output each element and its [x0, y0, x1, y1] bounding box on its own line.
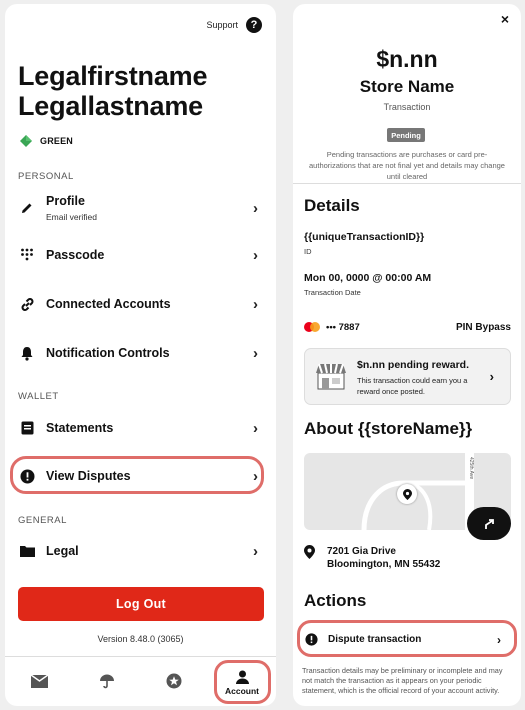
- storefront-icon: [316, 363, 346, 390]
- diamond-icon: [20, 135, 32, 147]
- chevron-right-icon: ›: [253, 542, 258, 560]
- version-text: Version 8.48.0 (3065): [97, 634, 184, 644]
- passcode-label: Passcode: [46, 248, 105, 262]
- pending-note: Pending transactions are purchases or ca…: [309, 150, 505, 181]
- link-icon: [18, 295, 36, 313]
- legal-label: Legal: [46, 544, 79, 558]
- last-name: Legallastname: [18, 91, 203, 121]
- profile-sub: Email verified: [46, 212, 98, 222]
- highlight-outline: [214, 660, 271, 704]
- legal-name: Legalfirstname Legallastname: [18, 61, 207, 121]
- card-method: PIN Bypass: [455, 321, 511, 333]
- address-line1: 7201 Gia Drive: [327, 546, 396, 557]
- transaction-date-value: Mon 00, 0000 @ 00:00 AM: [304, 272, 432, 284]
- tier-badge: GREEN: [20, 135, 73, 147]
- statements-label: Statements: [46, 421, 114, 435]
- close-button[interactable]: ×: [501, 11, 509, 27]
- transaction-amount: $n.nn: [376, 46, 438, 72]
- chevron-right-icon: ›: [253, 344, 258, 362]
- reward-text: This transaction could earn you a reward…: [357, 376, 468, 396]
- details-heading: Details: [304, 196, 360, 215]
- actions-heading: Actions: [304, 591, 367, 610]
- document-icon: [18, 419, 36, 437]
- menu-item-passcode[interactable]: Passcode ›: [18, 237, 264, 273]
- section-personal: PERSONAL: [18, 171, 74, 182]
- logout-button[interactable]: Log Out: [18, 587, 264, 621]
- support-link[interactable]: Support ?: [206, 17, 262, 33]
- inbox-icon: [30, 674, 48, 688]
- help-icon: ?: [246, 17, 262, 33]
- menu-item-connected-accounts[interactable]: Connected Accounts ›: [18, 286, 264, 322]
- directions-button[interactable]: [467, 507, 511, 540]
- support-label: Support: [206, 20, 238, 30]
- about-heading: About {{storeName}}: [304, 419, 473, 438]
- transaction-type: Transaction: [383, 102, 431, 112]
- folder-icon: [18, 542, 36, 560]
- map-street-label: 425th Ave: [468, 457, 474, 479]
- tab-rewards[interactable]: [97, 671, 117, 691]
- card-number: ••• 7887: [326, 321, 360, 333]
- first-name: Legalfirstname: [18, 61, 208, 91]
- location-pin-icon: [304, 545, 315, 559]
- tab-inbox[interactable]: [29, 671, 49, 691]
- bell-icon: [18, 344, 36, 362]
- menu-item-notification-controls[interactable]: Notification Controls ›: [18, 335, 264, 371]
- divider: [293, 183, 521, 184]
- menu-item-statements[interactable]: Statements ›: [18, 410, 264, 446]
- card-row: ••• 7887 PIN Bypass: [304, 320, 511, 334]
- highlight-outline: [10, 456, 264, 494]
- keypad-icon: [18, 246, 36, 264]
- pencil-icon: [18, 199, 36, 217]
- notification-controls-label: Notification Controls: [46, 346, 170, 360]
- menu-item-profile[interactable]: Profile Email verified ›: [18, 190, 264, 226]
- umbrella-icon: [100, 674, 114, 689]
- directions-icon: [485, 518, 494, 529]
- chevron-right-icon: ›: [253, 199, 258, 217]
- account-screen: Support ? Legalfirstname Legallastname G…: [5, 4, 276, 706]
- mastercard-icon: [304, 322, 320, 332]
- transaction-id-label: ID: [304, 247, 312, 256]
- section-general: GENERAL: [18, 515, 67, 526]
- star-icon: [166, 673, 182, 689]
- reward-card[interactable]: $n.nn pending reward. This transaction c…: [304, 348, 511, 405]
- profile-label: Profile: [46, 194, 85, 208]
- tab-favorites[interactable]: [164, 671, 184, 691]
- highlight-outline: [297, 620, 517, 657]
- chevron-right-icon: ›: [253, 419, 258, 437]
- address-line2: Bloomington, MN 55432: [327, 559, 441, 570]
- transaction-id-value: {{uniqueTransactionID}}: [304, 231, 425, 243]
- store-name: Store Name: [359, 77, 455, 96]
- section-wallet: WALLET: [18, 391, 59, 402]
- status-badge: Pending: [387, 128, 425, 142]
- connected-accounts-label: Connected Accounts: [46, 297, 171, 311]
- chevron-right-icon: ›: [253, 295, 258, 313]
- store-address: 7201 Gia Drive Bloomington, MN 55432: [304, 545, 440, 571]
- map-pin-icon: [397, 484, 417, 504]
- menu-item-legal[interactable]: Legal ›: [18, 533, 264, 569]
- transaction-date-label: Transaction Date: [304, 288, 361, 297]
- transaction-screen: × $n.nn Store Name Transaction Pending P…: [293, 4, 521, 706]
- disclaimer-text: Transaction details may be preliminary o…: [302, 666, 503, 695]
- chevron-right-icon: ›: [253, 246, 258, 264]
- bottom-tab-bar: Account: [5, 656, 276, 706]
- reward-title: $n.nn pending reward.: [357, 359, 470, 371]
- chevron-right-icon: ›: [489, 369, 494, 384]
- tier-label: GREEN: [40, 136, 74, 146]
